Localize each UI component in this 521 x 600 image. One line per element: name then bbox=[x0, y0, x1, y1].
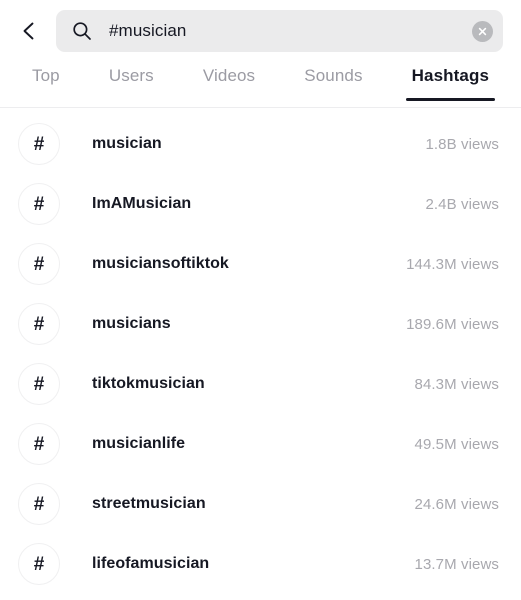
back-button[interactable] bbox=[10, 12, 48, 50]
hashtag-views: 13.7M views bbox=[415, 556, 499, 573]
hashtag-results-list: # musician 1.8B views # ImAMusician 2.4B… bbox=[0, 108, 521, 594]
active-tab-indicator bbox=[406, 98, 495, 101]
list-item[interactable]: # tiktokmusician 84.3M views bbox=[0, 354, 521, 414]
tab-hashtags[interactable]: Hashtags bbox=[410, 62, 491, 86]
tab-top[interactable]: Top bbox=[30, 62, 62, 86]
tab-videos[interactable]: Videos bbox=[201, 62, 257, 86]
chevron-left-icon bbox=[18, 20, 40, 42]
hashtag-icon: # bbox=[18, 243, 60, 285]
hashtag-name: musicians bbox=[92, 315, 406, 333]
tab-label: Hashtags bbox=[412, 66, 489, 85]
hashtag-views: 2.4B views bbox=[425, 196, 499, 213]
hashtag-icon: # bbox=[18, 303, 60, 345]
list-item[interactable]: # musiciansoftiktok 144.3M views bbox=[0, 234, 521, 294]
list-item[interactable]: # musicianlife 49.5M views bbox=[0, 414, 521, 474]
close-circle-icon bbox=[477, 26, 488, 37]
search-field[interactable] bbox=[56, 10, 503, 52]
tab-label: Videos bbox=[203, 66, 255, 85]
hashtag-views: 1.8B views bbox=[425, 136, 499, 153]
hashtag-name: lifeofamusician bbox=[92, 555, 415, 573]
tab-label: Users bbox=[109, 66, 154, 85]
hashtag-name: musicianlife bbox=[92, 435, 415, 453]
hashtag-icon: # bbox=[18, 363, 60, 405]
hashtag-name: musiciansoftiktok bbox=[92, 255, 406, 273]
hashtag-icon: # bbox=[18, 543, 60, 585]
search-icon bbox=[72, 21, 92, 41]
list-item[interactable]: # musicians 189.6M views bbox=[0, 294, 521, 354]
hashtag-views: 84.3M views bbox=[415, 376, 499, 393]
search-header bbox=[0, 0, 521, 62]
tab-label: Sounds bbox=[304, 66, 362, 85]
hashtag-name: streetmusician bbox=[92, 495, 415, 513]
hashtag-views: 24.6M views bbox=[415, 496, 499, 513]
tab-label: Top bbox=[32, 66, 60, 85]
tab-sounds[interactable]: Sounds bbox=[302, 62, 364, 86]
hashtag-views: 189.6M views bbox=[406, 316, 499, 333]
hashtag-icon: # bbox=[18, 483, 60, 525]
hashtag-name: tiktokmusician bbox=[92, 375, 415, 393]
list-item[interactable]: # ImAMusician 2.4B views bbox=[0, 174, 521, 234]
hashtag-name: musician bbox=[92, 135, 425, 153]
list-item[interactable]: # streetmusician 24.6M views bbox=[0, 474, 521, 534]
clear-search-button[interactable] bbox=[472, 21, 493, 42]
tab-users[interactable]: Users bbox=[107, 62, 156, 86]
list-item[interactable]: # musician 1.8B views bbox=[0, 114, 521, 174]
search-results-screen: Top Users Videos Sounds Hashtags # music… bbox=[0, 0, 521, 600]
search-input[interactable] bbox=[109, 10, 464, 52]
hashtag-name: ImAMusician bbox=[92, 195, 425, 213]
list-item[interactable]: # lifeofamusician 13.7M views bbox=[0, 534, 521, 594]
search-tabs: Top Users Videos Sounds Hashtags bbox=[0, 62, 521, 108]
hashtag-views: 144.3M views bbox=[406, 256, 499, 273]
hashtag-icon: # bbox=[18, 423, 60, 465]
hashtag-icon: # bbox=[18, 123, 60, 165]
hashtag-icon: # bbox=[18, 183, 60, 225]
hashtag-views: 49.5M views bbox=[415, 436, 499, 453]
